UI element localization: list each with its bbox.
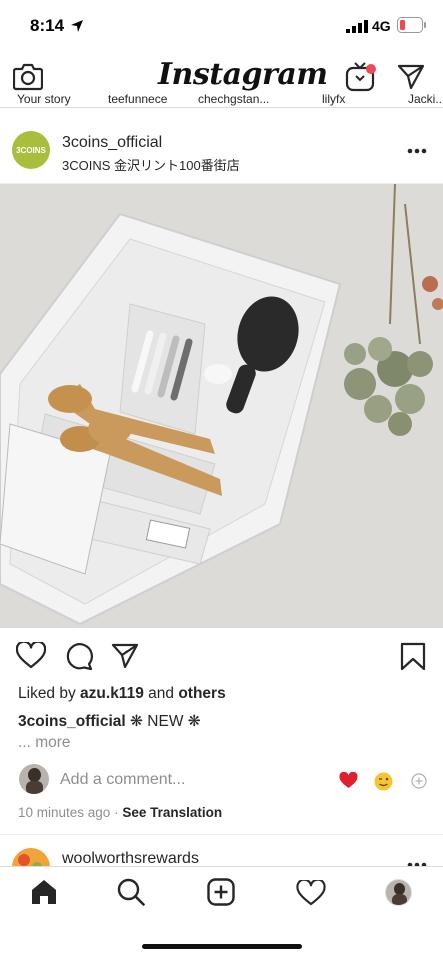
- battery-icon: [397, 17, 426, 33]
- divider: [0, 834, 443, 835]
- avatar[interactable]: 3COINS: [12, 131, 50, 169]
- liked-others[interactable]: others: [178, 685, 225, 702]
- stories-tray[interactable]: Your story teefunnece chechgstan... lily…: [0, 94, 443, 108]
- more-options-icon[interactable]: [407, 148, 427, 154]
- signal-icon: [346, 20, 368, 33]
- share-icon[interactable]: [111, 643, 139, 669]
- cutlery-tray-photo: [0, 184, 443, 628]
- story-label[interactable]: Your story: [17, 94, 71, 106]
- see-translation-link[interactable]: See Translation: [122, 805, 222, 820]
- status-bar: 8:14 4G: [0, 0, 443, 52]
- caption-text: ❋ NEW ❋: [130, 713, 201, 730]
- liked-user[interactable]: azu.k119: [80, 685, 144, 702]
- network-type: 4G: [372, 18, 391, 34]
- app-logo: Instagram: [158, 57, 328, 92]
- profile-tab-avatar[interactable]: [385, 879, 412, 906]
- post-time: 10 minutes ago: [18, 805, 111, 820]
- post-location[interactable]: 3COINS 金沢リント100番街店: [62, 155, 240, 174]
- caption-more-link[interactable]: ... more: [18, 734, 71, 752]
- story-label[interactable]: teefunnece: [108, 94, 167, 106]
- post-image[interactable]: [0, 184, 443, 628]
- new-post-icon[interactable]: [207, 878, 235, 906]
- wink-emoji-icon[interactable]: [374, 772, 393, 791]
- post-meta: 10 minutes ago · See Translation: [18, 805, 222, 820]
- status-time: 8:14: [30, 16, 65, 35]
- red-heart-emoji-icon[interactable]: [339, 772, 358, 789]
- post-header: [0, 120, 443, 184]
- story-label[interactable]: chechgstan...: [198, 94, 269, 106]
- liked-prefix: Liked by: [18, 685, 76, 702]
- home-icon[interactable]: [30, 878, 58, 906]
- search-icon[interactable]: [117, 878, 145, 906]
- save-bookmark-icon[interactable]: [400, 642, 426, 671]
- story-label[interactable]: lilyfx: [322, 94, 345, 106]
- post-username[interactable]: 3coins_official: [62, 134, 162, 152]
- user-avatar: [19, 764, 49, 794]
- igtv-icon[interactable]: [345, 62, 377, 92]
- home-indicator: [142, 944, 302, 949]
- add-comment-input[interactable]: Add a comment...: [60, 771, 185, 789]
- location-arrow-icon: [71, 20, 83, 32]
- likes-line: Liked by azu.k119 and others: [18, 685, 226, 703]
- comment-icon[interactable]: [64, 642, 93, 671]
- direct-message-icon[interactable]: [397, 64, 425, 90]
- story-label[interactable]: Jacki...: [408, 94, 443, 106]
- activity-heart-icon[interactable]: [296, 880, 326, 906]
- like-heart-icon[interactable]: [16, 642, 46, 669]
- liked-and: and: [148, 685, 175, 702]
- caption-username[interactable]: 3coins_official: [18, 713, 126, 730]
- caption: 3coins_official ❋ NEW ❋: [18, 712, 201, 731]
- add-emoji-icon[interactable]: [411, 773, 427, 789]
- meta-separator: ·: [114, 805, 119, 820]
- camera-icon[interactable]: [13, 63, 43, 91]
